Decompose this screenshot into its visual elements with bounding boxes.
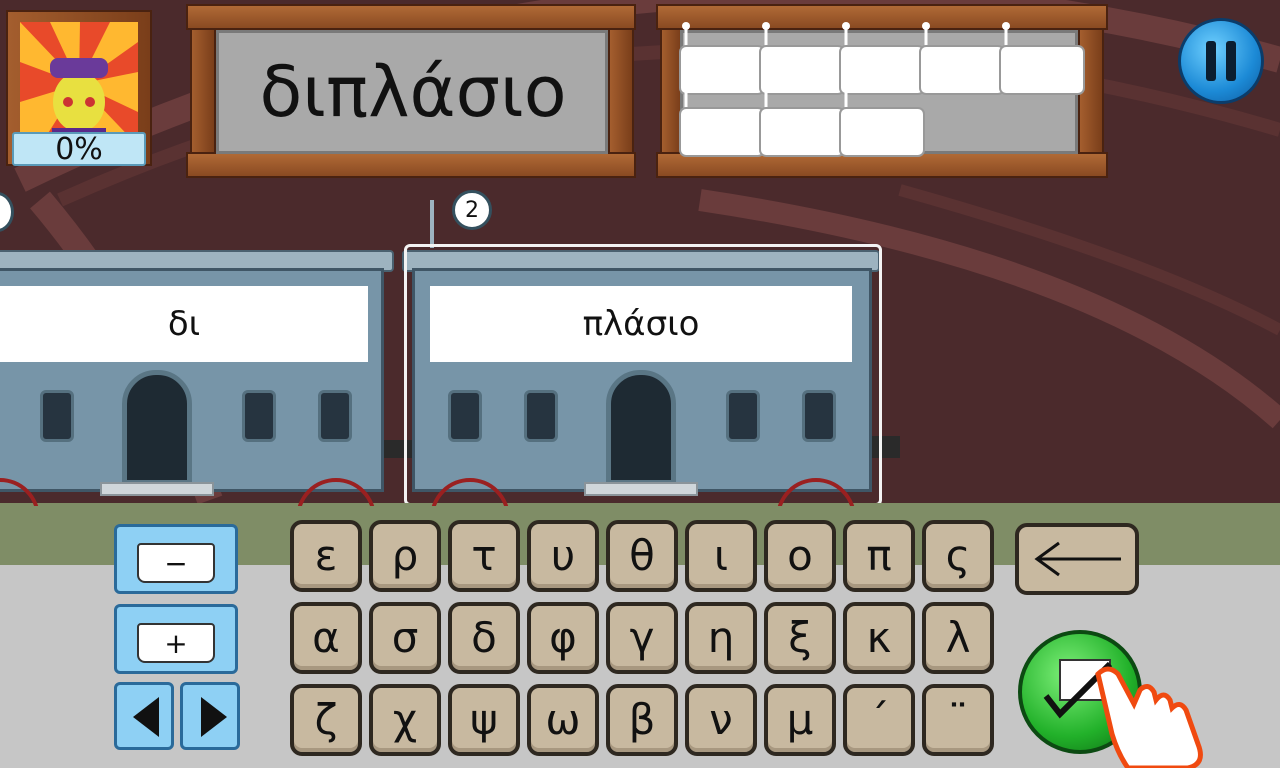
key-label: κ — [866, 613, 892, 662]
key-label: β — [628, 695, 656, 744]
key-label: ¨ — [947, 695, 969, 744]
right-arrow-icon — [201, 697, 227, 737]
key-0-8[interactable]: ς — [922, 520, 994, 592]
backspace-arrow-icon — [1034, 541, 1121, 577]
move-left-button[interactable] — [114, 682, 174, 750]
key-2-7[interactable]: ΄ — [843, 684, 915, 756]
key-label: θ — [629, 531, 655, 580]
selected-car-highlight — [404, 244, 882, 506]
key-label: ρ — [391, 531, 419, 580]
key-1-5[interactable]: η — [685, 602, 757, 674]
key-2-4[interactable]: β — [606, 684, 678, 756]
conductor-avatar-icon — [20, 22, 138, 146]
key-2-5[interactable]: ν — [685, 684, 757, 756]
pause-icon — [1206, 41, 1216, 81]
key-1-2[interactable]: δ — [448, 602, 520, 674]
key-0-7[interactable]: π — [843, 520, 915, 592]
key-1-4[interactable]: γ — [606, 602, 678, 674]
key-2-3[interactable]: ω — [527, 684, 599, 756]
wagon-slot — [839, 22, 925, 95]
key-label: ε — [314, 531, 338, 580]
game-scene: 0% διπλάσιο δι 2 πλάσιο − + ε ρ τ υ θ ι … — [0, 0, 1280, 768]
backspace-button[interactable] — [1015, 523, 1139, 595]
key-label: υ — [550, 531, 576, 580]
pause-button[interactable] — [1178, 18, 1264, 104]
wagon-slot — [919, 22, 1005, 95]
key-2-0[interactable]: ζ — [290, 684, 362, 756]
key-label: ν — [709, 695, 733, 744]
key-1-3[interactable]: φ — [527, 602, 599, 674]
key-0-2[interactable]: τ — [448, 520, 520, 592]
key-label: π — [866, 531, 892, 580]
wagon-slot — [679, 22, 765, 95]
key-label: ο — [787, 531, 813, 580]
key-1-8[interactable]: λ — [922, 602, 994, 674]
key-label: τ — [471, 531, 497, 580]
wagon-slot — [759, 22, 845, 95]
key-2-8[interactable]: ¨ — [922, 684, 994, 756]
pointing-hand-icon — [1095, 666, 1203, 768]
remove-wagon-button[interactable]: − — [114, 524, 238, 594]
wagon-slots — [679, 22, 1085, 157]
wheels — [0, 478, 1280, 506]
key-label: λ — [945, 613, 971, 662]
move-right-button[interactable] — [180, 682, 240, 750]
key-1-6[interactable]: ξ — [764, 602, 836, 674]
key-label: ΄ — [868, 695, 890, 744]
key-0-3[interactable]: υ — [527, 520, 599, 592]
key-label: σ — [391, 613, 419, 662]
key-0-5[interactable]: ι — [685, 520, 757, 592]
train-car-1-label: δι — [0, 286, 368, 362]
key-1-7[interactable]: κ — [843, 602, 915, 674]
conductor-avatar-frame: 0% — [6, 10, 152, 167]
key-label: φ — [549, 613, 577, 662]
add-wagon-button[interactable]: + — [114, 604, 238, 674]
wagon-minus-icon: − — [137, 543, 215, 583]
key-0-1[interactable]: ρ — [369, 520, 441, 592]
key-label: ω — [545, 695, 581, 744]
key-label: ξ — [788, 613, 812, 662]
key-0-4[interactable]: θ — [606, 520, 678, 592]
key-label: ι — [713, 531, 729, 580]
key-label: α — [312, 613, 340, 662]
train-car-2-number: 2 — [452, 190, 492, 230]
key-label: μ — [786, 695, 814, 744]
key-0-0[interactable]: ε — [290, 520, 362, 592]
key-label: ψ — [470, 695, 498, 744]
target-word: διπλάσιο — [259, 51, 567, 133]
key-0-6[interactable]: ο — [764, 520, 836, 592]
key-1-0[interactable]: α — [290, 602, 362, 674]
key-1-1[interactable]: σ — [369, 602, 441, 674]
progress-percent: 0% — [12, 132, 146, 167]
key-label: η — [707, 613, 735, 662]
wagon-slot — [999, 22, 1085, 95]
key-label: χ — [392, 695, 418, 744]
key-label: ς — [945, 531, 971, 580]
key-label: γ — [629, 613, 655, 662]
key-2-1[interactable]: χ — [369, 684, 441, 756]
key-label: δ — [471, 613, 497, 662]
key-label: ζ — [314, 695, 338, 744]
wagon-plus-icon: + — [137, 623, 215, 663]
key-2-6[interactable]: μ — [764, 684, 836, 756]
left-arrow-icon — [133, 697, 159, 737]
key-2-2[interactable]: ψ — [448, 684, 520, 756]
